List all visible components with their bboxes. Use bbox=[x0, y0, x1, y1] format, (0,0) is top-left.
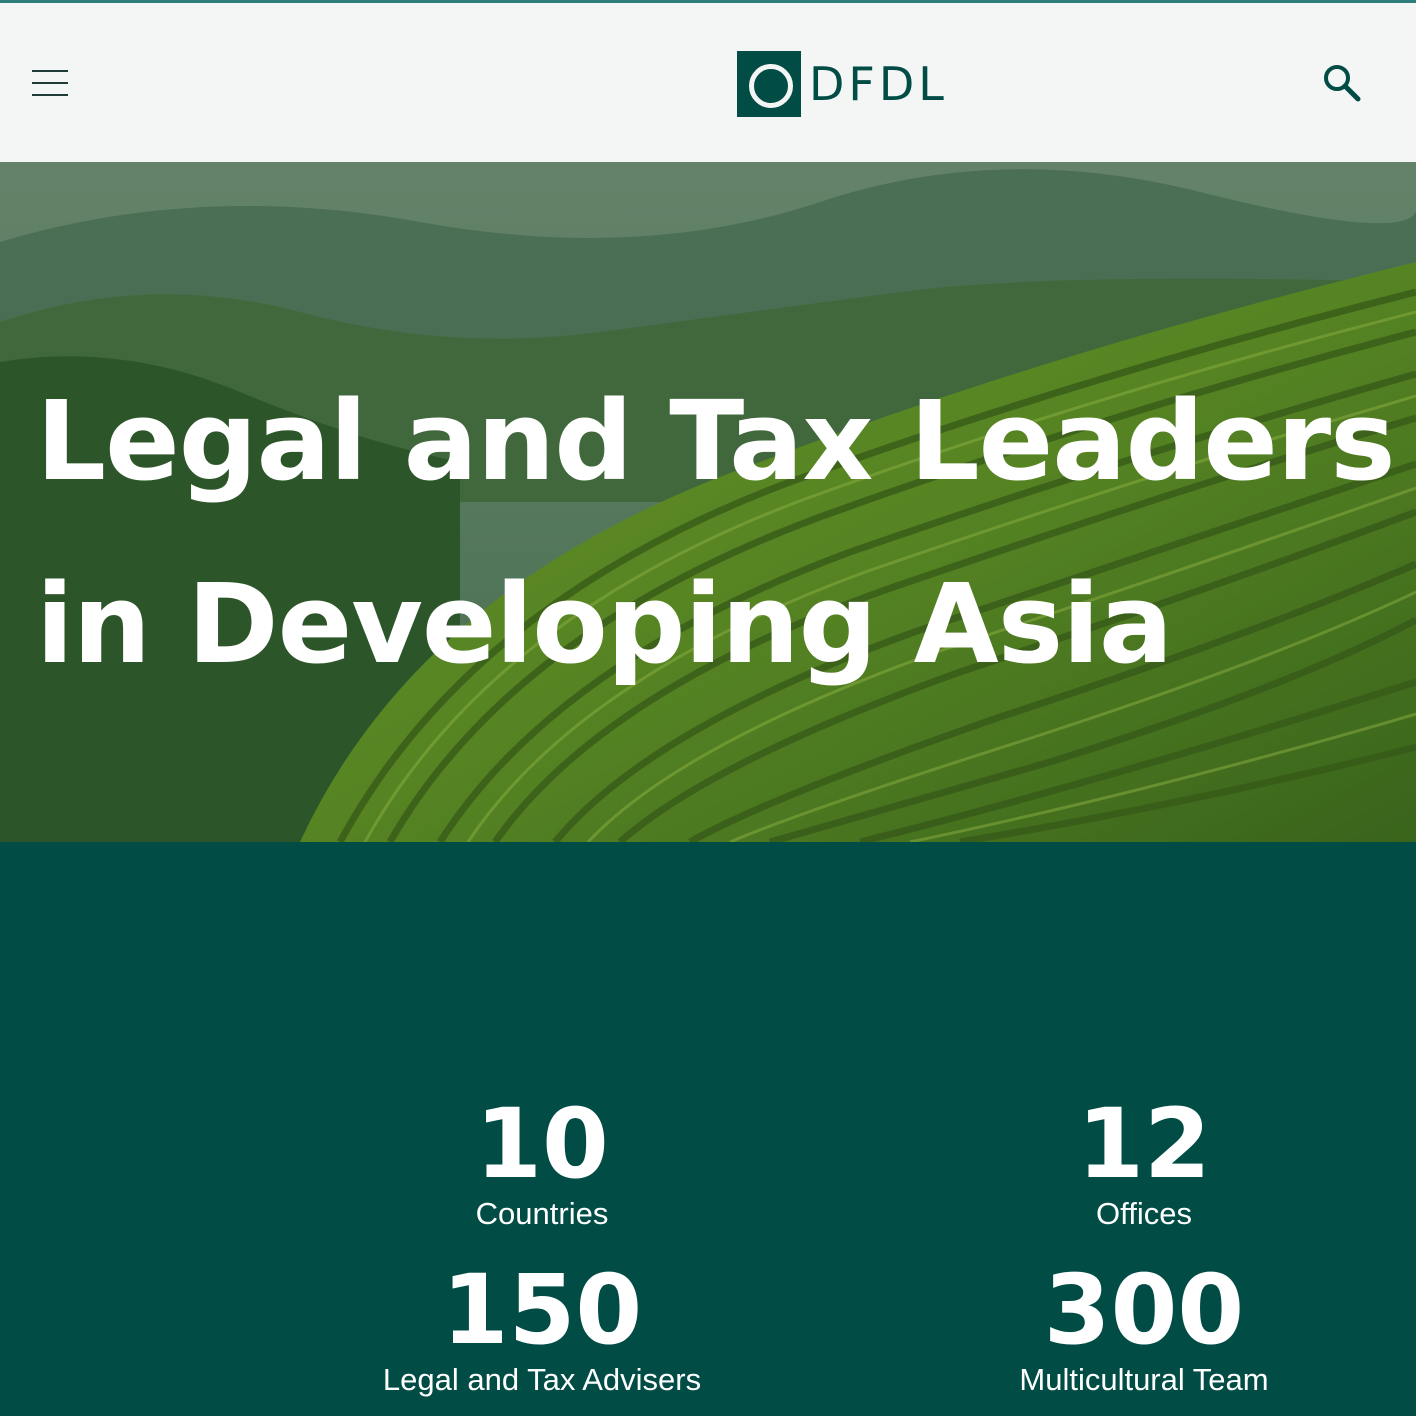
hero-banner: Legal and Tax Leaders in Developing Asia bbox=[0, 162, 1416, 842]
stat-offices: 12 Offices bbox=[934, 1094, 1354, 1234]
hero-title-line-1: Legal and Tax Leaders bbox=[36, 377, 1396, 505]
hero-title-line-2: in Developing Asia bbox=[36, 560, 1173, 688]
site-header: DFDL bbox=[0, 3, 1416, 162]
stat-value: 300 bbox=[1043, 1254, 1245, 1366]
logo-text: DFDL bbox=[809, 57, 948, 111]
stat-label: Countries bbox=[475, 1196, 609, 1231]
stat-label: Multicultural Team bbox=[1019, 1362, 1269, 1397]
stat-advisers: 150 Legal and Tax Advisers bbox=[332, 1260, 752, 1400]
menu-bar bbox=[32, 70, 68, 72]
stat-label: Legal and Tax Advisers bbox=[382, 1362, 702, 1397]
menu-bar bbox=[32, 82, 68, 84]
stat-value: 12 bbox=[1077, 1088, 1211, 1200]
hero-title: Legal and Tax Leaders in Developing Asia bbox=[36, 350, 1416, 716]
menu-bar bbox=[32, 94, 68, 96]
stat-value: 150 bbox=[441, 1254, 643, 1366]
logo-mark-icon bbox=[737, 51, 801, 117]
hamburger-menu-icon[interactable] bbox=[32, 70, 68, 98]
stat-value: 10 bbox=[475, 1088, 609, 1200]
search-icon[interactable] bbox=[1320, 61, 1364, 105]
site-logo[interactable]: DFDL bbox=[737, 51, 948, 117]
stat-countries: 10 Countries bbox=[332, 1094, 752, 1234]
stats-section: 10 Countries 12 Offices 150 Legal and Ta… bbox=[0, 842, 1416, 1416]
stat-team: 300 Multicultural Team bbox=[934, 1260, 1354, 1400]
stat-label: Offices bbox=[1096, 1196, 1192, 1231]
